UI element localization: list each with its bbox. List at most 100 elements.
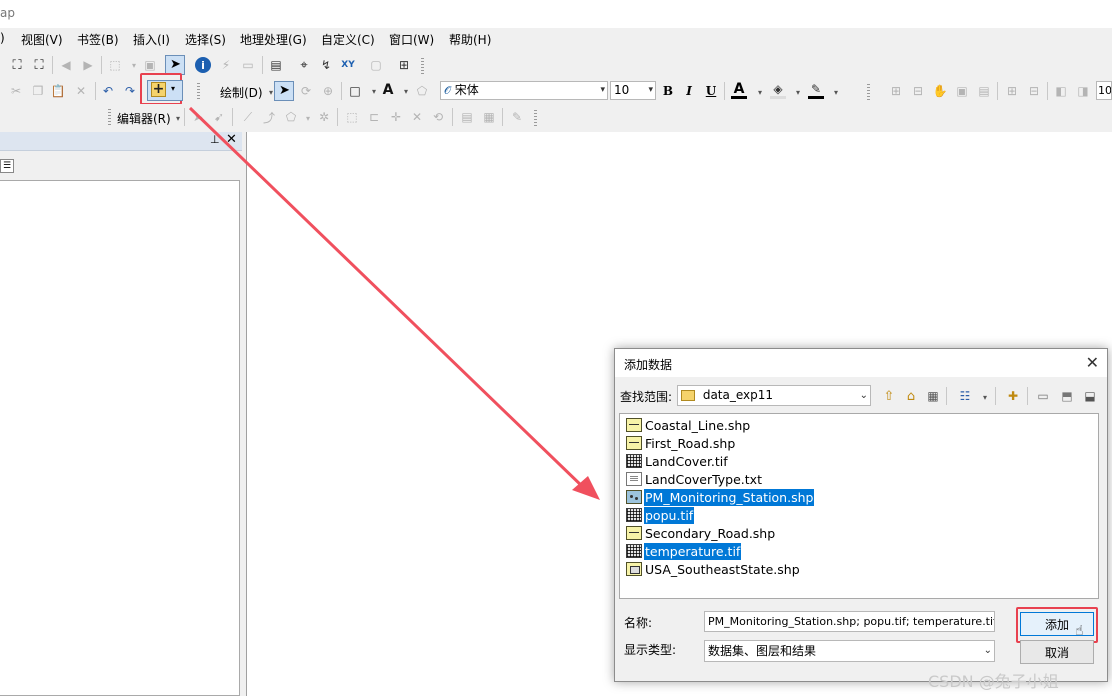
find-route-icon[interactable]: ↯ [318, 57, 334, 73]
forward-extent-icon[interactable]: ▶ [80, 57, 96, 73]
split-icon[interactable]: ✕ [409, 109, 425, 125]
editor-menu[interactable]: 编辑器(R) [117, 110, 171, 127]
edit-tool-icon[interactable]: ➤ [190, 109, 206, 125]
text-tool-icon[interactable]: A [380, 82, 396, 98]
layout-pan-icon[interactable]: ✋ [932, 83, 948, 99]
draw-select-button[interactable]: ➤ [274, 81, 294, 101]
draw-menu[interactable]: 绘制(D) [220, 84, 263, 101]
layout-zoom-in-icon[interactable]: ⊞ [888, 83, 904, 99]
sketch-properties-icon[interactable]: ▦ [481, 109, 497, 125]
layout-full-page-icon[interactable]: ▣ [954, 83, 970, 99]
straight-segment-icon[interactable]: ⟋ [240, 109, 256, 125]
new-folder-icon[interactable]: ▭ [1035, 388, 1051, 404]
italic-button[interactable]: I [681, 83, 697, 99]
full-extent-icon[interactable]: ⛶ [9, 57, 25, 73]
new-toolbox-icon[interactable]: ⬓ [1082, 388, 1098, 404]
menu-windows[interactable]: 窗口(W) [389, 31, 434, 48]
rotate-icon[interactable]: ⟳ [298, 83, 314, 99]
bold-button[interactable]: B [660, 83, 676, 99]
redo-icon[interactable]: ↷ [122, 83, 138, 99]
up-one-level-icon[interactable]: ⇧ [881, 388, 897, 404]
menu-help[interactable]: 帮助(H) [449, 31, 491, 48]
menu-selection[interactable]: 选择(S) [185, 31, 226, 48]
time-slider-icon[interactable]: ▢ [368, 57, 384, 73]
text-dropdown-icon[interactable]: ▾ [398, 83, 414, 99]
file-item[interactable]: popu.tif [626, 506, 695, 524]
select-dropdown-icon[interactable]: ▾ [126, 57, 142, 73]
add-data-button[interactable]: + ▾ [147, 80, 183, 101]
layout-zoom-out-icon[interactable]: ⊟ [910, 83, 926, 99]
edit-vertices-icon[interactable]: ⬠ [414, 83, 430, 99]
create-viewer-icon[interactable]: ⊞ [396, 57, 412, 73]
close-icon[interactable]: ✕ [226, 132, 237, 147]
paste-icon[interactable]: 📋 [50, 83, 66, 99]
layout-fixed-zoom-in-icon[interactable]: ⊞ [1004, 83, 1020, 99]
lookin-combo[interactable]: data_exp11 ⌄ [677, 385, 871, 406]
show-type-combo[interactable]: 数据集、图层和结果 ⌄ [704, 640, 995, 662]
file-item[interactable]: PM_Monitoring_Station.shp [626, 488, 815, 506]
font-color-button[interactable]: A [731, 81, 747, 99]
edit-annotation-icon[interactable]: ➹ [211, 109, 227, 125]
font-color-dropdown-icon[interactable]: ▾ [752, 84, 768, 100]
hyperlink-icon[interactable]: ⚡ [218, 57, 234, 73]
select-elements-button[interactable]: ➤ [165, 55, 185, 75]
close-icon[interactable]: ✕ [1086, 353, 1099, 372]
file-item[interactable]: Coastal_Line.shp [626, 416, 751, 434]
layout-forward-icon[interactable]: ◨ [1075, 83, 1091, 99]
view-dropdown-icon[interactable]: ▾ [977, 389, 993, 405]
clear-selection-icon[interactable]: ▣ [142, 57, 158, 73]
line-color-dropdown-icon[interactable]: ▾ [828, 84, 844, 100]
end-point-arc-icon[interactable]: ⤴ [261, 109, 277, 125]
view-list-icon[interactable]: ☷ [957, 388, 973, 404]
copy-icon[interactable]: ❐ [30, 83, 46, 99]
measure-icon[interactable]: ▤ [268, 57, 284, 73]
menu-bookmarks[interactable]: 书签(B) [77, 31, 119, 48]
layout-back-icon[interactable]: ◧ [1053, 83, 1069, 99]
name-field[interactable]: PM_Monitoring_Station.shp; popu.tif; tem… [704, 611, 995, 632]
create-features-icon[interactable]: ✎ [509, 109, 525, 125]
file-item[interactable]: temperature.tif [626, 542, 742, 560]
pin-icon[interactable]: ⊥ [210, 133, 220, 146]
new-geodatabase-icon[interactable]: ⬒ [1059, 388, 1075, 404]
file-list[interactable]: Coastal_Line.shp First_Road.shp LandCover.… [619, 413, 1099, 599]
line-color-icon[interactable]: ✎ [808, 82, 824, 99]
segment-dropdown-icon[interactable]: ▾ [300, 110, 316, 126]
attributes-icon[interactable]: ▤ [459, 109, 475, 125]
rotate-tool-icon[interactable]: ⟲ [430, 109, 446, 125]
zoom-whole-page-icon[interactable]: ⊕ [320, 83, 336, 99]
catalog-icon[interactable]: ▦ [925, 388, 941, 404]
trace-icon[interactable]: ⬠ [283, 109, 299, 125]
file-item[interactable]: LandCover.tif [626, 452, 729, 470]
layout-fixed-zoom-out-icon[interactable]: ⊟ [1026, 83, 1042, 99]
font-name-combo[interactable]: 𝒪 宋体 ▾ [440, 81, 608, 100]
file-item[interactable]: USA_SoutheastState.shp [626, 560, 801, 578]
cancel-button[interactable]: 取消 [1020, 640, 1094, 664]
file-item[interactable]: First_Road.shp [626, 434, 736, 452]
file-item[interactable]: Secondary_Road.shp [626, 524, 776, 542]
zoom-percent-combo[interactable]: 100 [1096, 81, 1112, 100]
home-icon[interactable]: ⌂ [903, 388, 919, 404]
edit-vertices-tool-icon[interactable]: ⬚ [344, 109, 360, 125]
delete-icon[interactable]: ✕ [73, 83, 89, 99]
cut-polygons-icon[interactable]: ✛ [388, 109, 404, 125]
reshape-icon[interactable]: ⊏ [366, 109, 382, 125]
font-size-combo[interactable]: 10 ▾ [610, 81, 656, 100]
toc-tree[interactable] [0, 180, 240, 696]
undo-icon[interactable]: ↶ [100, 83, 116, 99]
fixed-zoom-icon[interactable]: ⛶ [31, 57, 47, 73]
connect-folder-icon[interactable]: ✚ [1005, 388, 1021, 404]
identify-icon[interactable]: i [195, 57, 211, 73]
menu-view[interactable]: 视图(V) [21, 31, 63, 48]
underline-button[interactable]: U [703, 83, 719, 99]
fill-color-dropdown-icon[interactable]: ▾ [790, 84, 806, 100]
rectangle-icon[interactable]: □ [347, 83, 363, 99]
cut-icon[interactable]: ✂ [8, 83, 24, 99]
fill-color-icon[interactable]: ◈ [770, 82, 786, 99]
find-icon[interactable]: ⌖ [296, 57, 312, 73]
menu-customize[interactable]: 自定义(C) [321, 31, 375, 48]
back-extent-icon[interactable]: ◀ [58, 57, 74, 73]
file-item[interactable]: LandCoverType.txt [626, 470, 763, 488]
menu-geoprocessing[interactable]: 地理处理(G) [240, 31, 307, 48]
go-to-xy-icon[interactable]: XY [340, 57, 356, 73]
menu-insert[interactable]: 插入(I) [133, 31, 170, 48]
